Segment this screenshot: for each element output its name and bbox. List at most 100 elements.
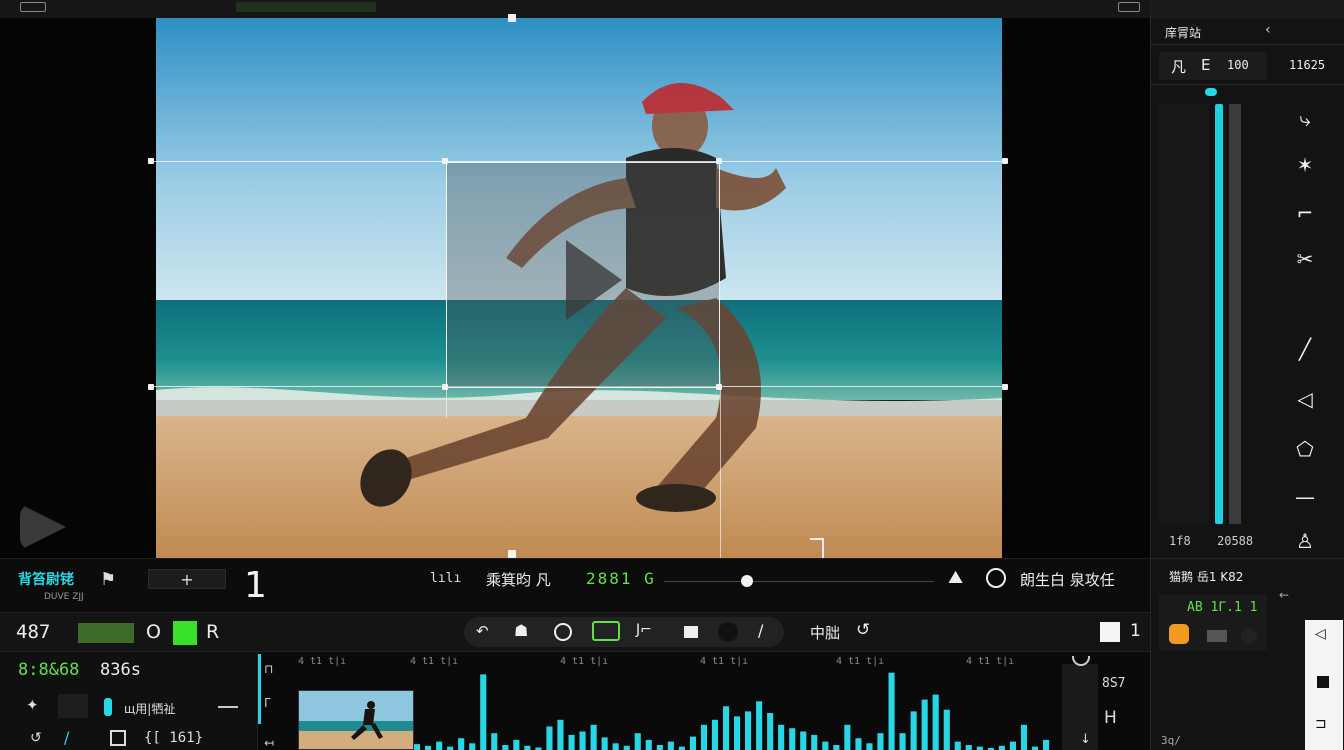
waveform-bar bbox=[943, 709, 950, 750]
project-name: 背笞尉铑 bbox=[18, 572, 74, 588]
timecode-display: 2881 G bbox=[586, 569, 656, 588]
dot-icon[interactable] bbox=[718, 622, 738, 642]
top-field[interactable] bbox=[236, 2, 376, 12]
crop-handle[interactable] bbox=[716, 384, 722, 390]
line-tool-icon[interactable]: ╱ bbox=[1277, 326, 1333, 372]
mode-text[interactable]: 中朏 bbox=[810, 622, 840, 643]
level-slider-track bbox=[1229, 104, 1241, 524]
waveform-bar bbox=[612, 743, 619, 750]
landscape-icon[interactable]: ⛰ bbox=[948, 567, 963, 588]
curve-tool-icon[interactable]: ⤷ bbox=[1277, 96, 1333, 142]
play-icon[interactable] bbox=[566, 240, 622, 320]
frame-icon[interactable] bbox=[110, 730, 126, 746]
waveform-bar bbox=[414, 744, 421, 750]
chevron-left-icon[interactable]: ‹ bbox=[1265, 22, 1271, 38]
path-tool-icon[interactable]: ⌐ bbox=[1277, 190, 1333, 236]
value-display: 487 bbox=[16, 621, 51, 643]
rotate-icon[interactable]: ↺ bbox=[856, 620, 870, 640]
down-arrow-icon[interactable]: ↓ bbox=[1080, 732, 1091, 747]
label-a: 凡 bbox=[1171, 58, 1187, 76]
corner-marker[interactable] bbox=[810, 538, 824, 560]
playhead[interactable] bbox=[258, 654, 261, 724]
star-tool-icon[interactable]: ✶ bbox=[1277, 142, 1333, 188]
thumbnail-toggle[interactable] bbox=[58, 694, 88, 718]
circle-icon[interactable] bbox=[554, 623, 572, 641]
waveform-bar bbox=[436, 741, 443, 750]
undo-icon[interactable]: ↶ bbox=[476, 622, 489, 640]
window-button[interactable] bbox=[1118, 2, 1140, 12]
pen-icon[interactable]: / bbox=[64, 728, 69, 747]
square-icon[interactable] bbox=[684, 626, 698, 638]
stop-icon[interactable] bbox=[1317, 676, 1329, 688]
people-icon[interactable]: ☗ bbox=[514, 621, 528, 640]
waveform-bar bbox=[623, 745, 630, 750]
cut-icon[interactable]: J⌐ bbox=[636, 622, 652, 638]
value-a[interactable]: 100 bbox=[1227, 58, 1249, 72]
track-menu-icon[interactable] bbox=[218, 706, 238, 708]
waveform-bar bbox=[557, 719, 564, 750]
scrub-handle[interactable] bbox=[741, 575, 753, 587]
record-toggle[interactable] bbox=[173, 621, 197, 645]
crop-handle-bottom[interactable] bbox=[508, 550, 516, 558]
minus-tool-icon[interactable]: — bbox=[1277, 474, 1333, 520]
track-name: щ用|牺祉 bbox=[124, 702, 176, 716]
loop-icon[interactable]: ↺ bbox=[30, 730, 42, 746]
frame-number: 1 bbox=[244, 565, 267, 606]
clip-thumbnail[interactable] bbox=[298, 690, 414, 750]
track-header: 8:8&68 836s ✦ щ用|牺祉 ↺ / {[ 161} bbox=[0, 652, 258, 750]
triangle-tool-icon[interactable]: ◁ bbox=[1277, 376, 1333, 422]
r-toggle[interactable]: R bbox=[206, 621, 219, 643]
waveform-bar bbox=[491, 733, 498, 750]
add-button[interactable]: + bbox=[148, 569, 226, 589]
waveform-bar bbox=[877, 733, 884, 750]
right-labels[interactable]: 朗生白 泉攻任 bbox=[1020, 569, 1115, 590]
side-value: 8S7 bbox=[1102, 676, 1126, 691]
waveform-bar bbox=[579, 731, 586, 750]
slider-handle[interactable] bbox=[1205, 88, 1217, 96]
arrow-left-icon[interactable]: ← bbox=[1279, 588, 1289, 602]
waveform-bar bbox=[1009, 741, 1016, 750]
level-meter bbox=[78, 623, 134, 643]
crop-handle[interactable] bbox=[148, 384, 154, 390]
track-icon[interactable]: ⊓ bbox=[264, 662, 273, 676]
triangle-icon[interactable]: ◁ bbox=[1315, 626, 1326, 642]
waveform-bar bbox=[480, 674, 487, 750]
crop-handle[interactable] bbox=[148, 158, 154, 164]
waveform-bar bbox=[502, 745, 509, 750]
crop-handle[interactable] bbox=[442, 158, 448, 164]
crop-handle[interactable] bbox=[1002, 384, 1008, 390]
bottom-left-value: 1f8 bbox=[1169, 534, 1191, 548]
flag-icon[interactable]: ⚑ bbox=[100, 569, 116, 590]
checkbox[interactable] bbox=[1100, 622, 1120, 642]
mode-label[interactable]: lılı bbox=[430, 571, 461, 586]
warning-icon[interactable] bbox=[1169, 624, 1189, 644]
crop-handle[interactable] bbox=[716, 158, 722, 164]
audio-waveform bbox=[414, 672, 1050, 750]
pen-icon[interactable]: / bbox=[758, 621, 763, 640]
crop-handle[interactable] bbox=[1002, 158, 1008, 164]
side-symbol[interactable]: H bbox=[1104, 708, 1117, 728]
knob-icon[interactable] bbox=[1241, 628, 1257, 644]
sparkle-icon[interactable]: ✦ bbox=[26, 696, 39, 714]
settings-icon[interactable] bbox=[986, 568, 1006, 588]
crop-handle[interactable] bbox=[442, 384, 448, 390]
level-slider[interactable] bbox=[1215, 104, 1223, 524]
scrub-track[interactable] bbox=[664, 581, 934, 582]
shape-tool-icon[interactable]: ⬠ bbox=[1277, 426, 1333, 472]
waveform-bar bbox=[976, 746, 983, 750]
menu-button[interactable] bbox=[20, 2, 46, 12]
active-tool-icon[interactable] bbox=[592, 621, 620, 641]
waveform-bar bbox=[888, 672, 895, 750]
track-icon[interactable]: ↤ bbox=[264, 736, 274, 750]
split-tool-icon[interactable]: ✂ bbox=[1277, 236, 1333, 282]
waveform-bar bbox=[844, 724, 851, 750]
timeline[interactable]: 8:8&68 836s ✦ щ用|牺祉 ↺ / {[ 161} ⊓ Γ ↤ 4 … bbox=[0, 652, 1150, 750]
crop-handle-top[interactable] bbox=[508, 14, 516, 22]
waveform-bar bbox=[723, 706, 730, 750]
o-toggle[interactable]: O bbox=[146, 621, 161, 643]
waveform-bar bbox=[513, 739, 520, 750]
track-value: {[ 161} bbox=[144, 730, 204, 746]
bracket-icon[interactable]: ⊐ bbox=[1315, 716, 1327, 732]
track-icon[interactable]: Γ bbox=[264, 696, 271, 710]
waveform-bar bbox=[656, 745, 663, 750]
